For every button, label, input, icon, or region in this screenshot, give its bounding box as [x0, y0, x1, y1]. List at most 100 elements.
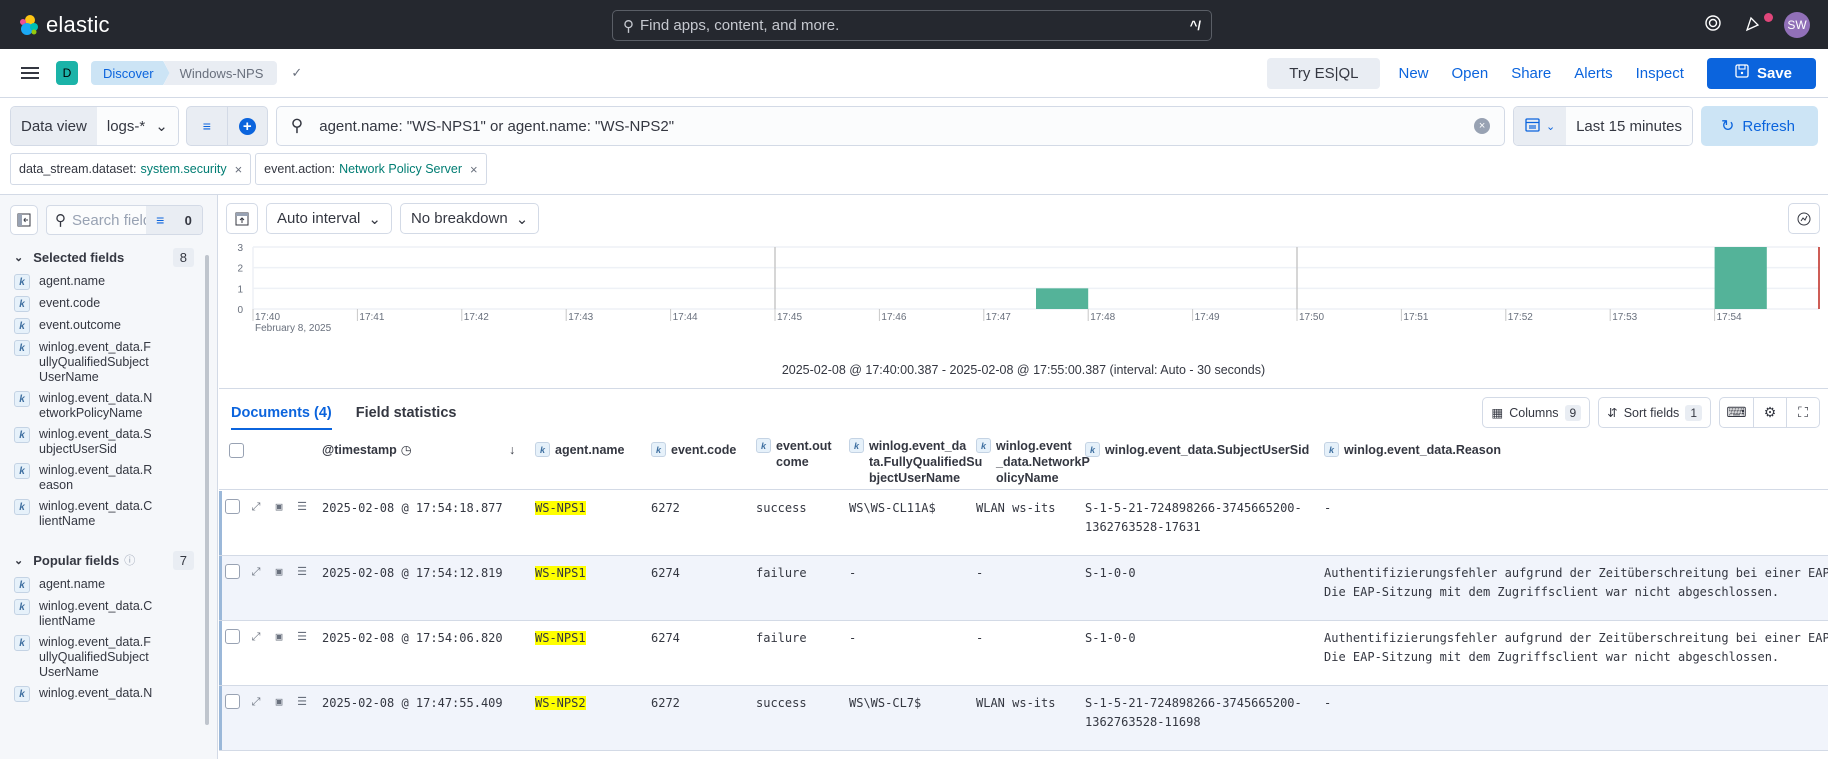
- field-type-filter[interactable]: ≡ 0: [146, 206, 202, 234]
- toggle-chart-button[interactable]: [226, 203, 258, 234]
- interval-value: Auto interval: [277, 210, 361, 227]
- popular-fields-header[interactable]: ⌄ Popular fields ⓘ 7: [0, 546, 217, 574]
- refresh-button[interactable]: ↻ Refresh: [1701, 106, 1818, 146]
- field-list-item[interactable]: k winlog.event_data.SubjectUserSid: [0, 424, 217, 460]
- user-avatar[interactable]: SW: [1784, 11, 1810, 38]
- global-search-input[interactable]: ⚲ Find apps, content, and more. ^/: [612, 10, 1212, 41]
- app-menu-bar: D Discover Windows-NPS ✓ Try ES|QL New O…: [0, 49, 1828, 98]
- field-list-item[interactable]: k agent.name: [0, 271, 217, 293]
- document-icon[interactable]: ☰: [295, 630, 309, 644]
- quick-menu-button[interactable]: ⌄: [1514, 107, 1567, 145]
- row-checkbox[interactable]: [225, 499, 240, 514]
- field-list-item[interactable]: k winlog.event_data.FullyQualifiedSubject…: [0, 632, 217, 683]
- filter-pill[interactable]: event.action: Network Policy Server ×: [255, 153, 487, 185]
- histogram-chart[interactable]: 0 1 2 3 17:40 17:41 17:42 17:43 17:44 17:45 17:46 1…: [219, 243, 1828, 335]
- help-icon[interactable]: ⓘ: [124, 552, 135, 568]
- column-header-event-code[interactable]: k event.code: [651, 442, 736, 458]
- sidebar-scrollbar[interactable]: [205, 255, 209, 725]
- collapse-sidebar-button[interactable]: [10, 205, 38, 235]
- row-checkbox[interactable]: [225, 694, 240, 709]
- field-list-item[interactable]: k event.code: [0, 293, 217, 315]
- share-button[interactable]: Share: [1511, 65, 1551, 82]
- add-filter-button[interactable]: +: [226, 107, 267, 145]
- column-header-network-policy[interactable]: k winlog.event _data.NetworkP olicyName: [976, 438, 1090, 486]
- filter-pill[interactable]: data_stream.dataset: system.security ×: [10, 153, 252, 185]
- kql-query-input[interactable]: ⚲ agent.name: "WS-NPS1" or agent.name: "…: [275, 106, 1506, 146]
- inspect-button[interactable]: Inspect: [1636, 65, 1684, 82]
- popular-fields-list: k agent.name k winlog.event_data.ClientName…: [0, 574, 217, 705]
- cell-fqsun: -: [849, 631, 857, 645]
- save-button[interactable]: Save: [1706, 57, 1816, 89]
- x-tick-label: 17:40: [255, 312, 280, 323]
- chart-options-button[interactable]: [1788, 203, 1820, 234]
- keyboard-shortcuts-icon[interactable]: ⌨: [1720, 398, 1753, 427]
- field-list-item[interactable]: k event.outcome: [0, 315, 217, 337]
- x-axis-label: February 8, 2025: [255, 323, 332, 334]
- news-feed-icon[interactable]: [1744, 14, 1762, 35]
- field-list-item[interactable]: k agent.name: [0, 574, 217, 596]
- row-checkbox[interactable]: [225, 629, 240, 644]
- try-esql-button[interactable]: Try ES|QL: [1267, 57, 1381, 89]
- open-button[interactable]: Open: [1452, 65, 1489, 82]
- row-actions-icon[interactable]: ▣: [272, 630, 286, 644]
- keyword-type-icon: k: [14, 463, 30, 479]
- alerts-button[interactable]: Alerts: [1574, 65, 1612, 82]
- row-actions-icon[interactable]: ▣: [272, 695, 286, 709]
- column-header-timestamp[interactable]: @timestamp ◷: [322, 442, 412, 458]
- field-list-item[interactable]: k winlog.event_data.N: [0, 683, 217, 705]
- fullscreen-icon[interactable]: ⛶: [1786, 398, 1819, 427]
- table-row[interactable]: ⤢ ▣ ☰ 2025-02-08 @ 17:54:18.877 WS-NPS1 6272 s…: [219, 491, 1828, 556]
- select-all-checkbox[interactable]: [229, 443, 244, 458]
- new-button[interactable]: New: [1398, 65, 1428, 82]
- row-checkbox[interactable]: [225, 564, 240, 579]
- document-icon[interactable]: ☰: [295, 500, 309, 514]
- interval-select[interactable]: Auto interval ⌄: [266, 203, 392, 234]
- table-row[interactable]: ⤢ ▣ ☰ 2025-02-08 @ 17:54:06.820 WS-NPS1 6274 f…: [219, 621, 1828, 686]
- data-view-picker[interactable]: Data view logs-* ⌄: [10, 106, 179, 146]
- column-header-event-outcome[interactable]: k event.out come: [756, 438, 836, 470]
- tab-documents[interactable]: Documents (4): [231, 397, 332, 430]
- field-list-item[interactable]: k winlog.event_data.ClientName: [0, 596, 217, 632]
- keyboard-shortcut: ^/: [1189, 18, 1201, 33]
- expand-icon[interactable]: ⤢: [249, 695, 263, 709]
- clear-query-icon[interactable]: ×: [1474, 118, 1491, 134]
- cell-reason: Authentifizierungsfehler aufgrund der Ze…: [1324, 631, 1828, 664]
- selected-fields-header[interactable]: ⌄ Selected fields 8: [0, 243, 217, 271]
- x-tick-label: 17:51: [1403, 312, 1428, 323]
- display-settings-icon[interactable]: ⚙: [1753, 398, 1786, 427]
- row-actions-icon[interactable]: ▣: [272, 500, 286, 514]
- space-selector[interactable]: D: [56, 61, 78, 85]
- field-list-item[interactable]: k winlog.event_data.FullyQualifiedSubject…: [0, 337, 217, 388]
- menu-toggle-icon[interactable]: [21, 64, 39, 82]
- field-list-item[interactable]: k winlog.event_data.ClientName: [0, 496, 217, 532]
- field-list-item[interactable]: k winlog.event_data.NetworkPolicyName: [0, 388, 217, 424]
- remove-filter-icon[interactable]: ×: [470, 162, 478, 177]
- notification-dot: [1764, 13, 1773, 22]
- sort-descending-icon[interactable]: ↓: [509, 442, 515, 458]
- remove-filter-icon[interactable]: ×: [235, 162, 243, 177]
- column-header-reason[interactable]: k winlog.event_data.Reason: [1324, 442, 1501, 458]
- row-actions-icon[interactable]: ▣: [272, 565, 286, 579]
- table-row[interactable]: ⤢ ▣ ☰ 2025-02-08 @ 17:47:55.409 WS-NPS2 6272 s…: [219, 686, 1828, 751]
- elastic-logo[interactable]: elastic: [18, 12, 110, 38]
- breakdown-select[interactable]: No breakdown ⌄: [399, 203, 540, 234]
- breadcrumb-discover[interactable]: Discover: [91, 61, 170, 85]
- expand-icon[interactable]: ⤢: [249, 500, 263, 514]
- help-icon[interactable]: [1704, 14, 1722, 35]
- field-list-item[interactable]: k winlog.event_data.Reason: [0, 460, 217, 496]
- column-header-agent-name[interactable]: k agent.name: [535, 442, 624, 458]
- document-icon[interactable]: ☰: [295, 565, 309, 579]
- time-range[interactable]: Last 15 minutes: [1566, 107, 1692, 145]
- column-header-fqsun[interactable]: k winlog.event_da ta.FullyQualifiedSu bje…: [849, 438, 982, 486]
- date-picker[interactable]: ⌄ Last 15 minutes: [1513, 106, 1693, 146]
- expand-icon[interactable]: ⤢: [249, 630, 263, 644]
- tab-field-statistics[interactable]: Field statistics: [356, 397, 457, 430]
- columns-button[interactable]: ▦ Columns 9: [1482, 397, 1591, 428]
- expand-icon[interactable]: ⤢: [249, 565, 263, 579]
- table-row[interactable]: ⤢ ▣ ☰ 2025-02-08 @ 17:54:12.819 WS-NPS1 6274 f…: [219, 556, 1828, 621]
- column-header-subject-user-sid[interactable]: k winlog.event_data.SubjectUserSid: [1085, 442, 1309, 458]
- document-icon[interactable]: ☰: [295, 695, 309, 709]
- filter-menu-button[interactable]: ≡: [187, 107, 227, 145]
- field-search-input[interactable]: ⚲Search field names ≡0: [46, 205, 203, 235]
- sort-fields-button[interactable]: ⇵ Sort fields 1: [1598, 397, 1711, 428]
